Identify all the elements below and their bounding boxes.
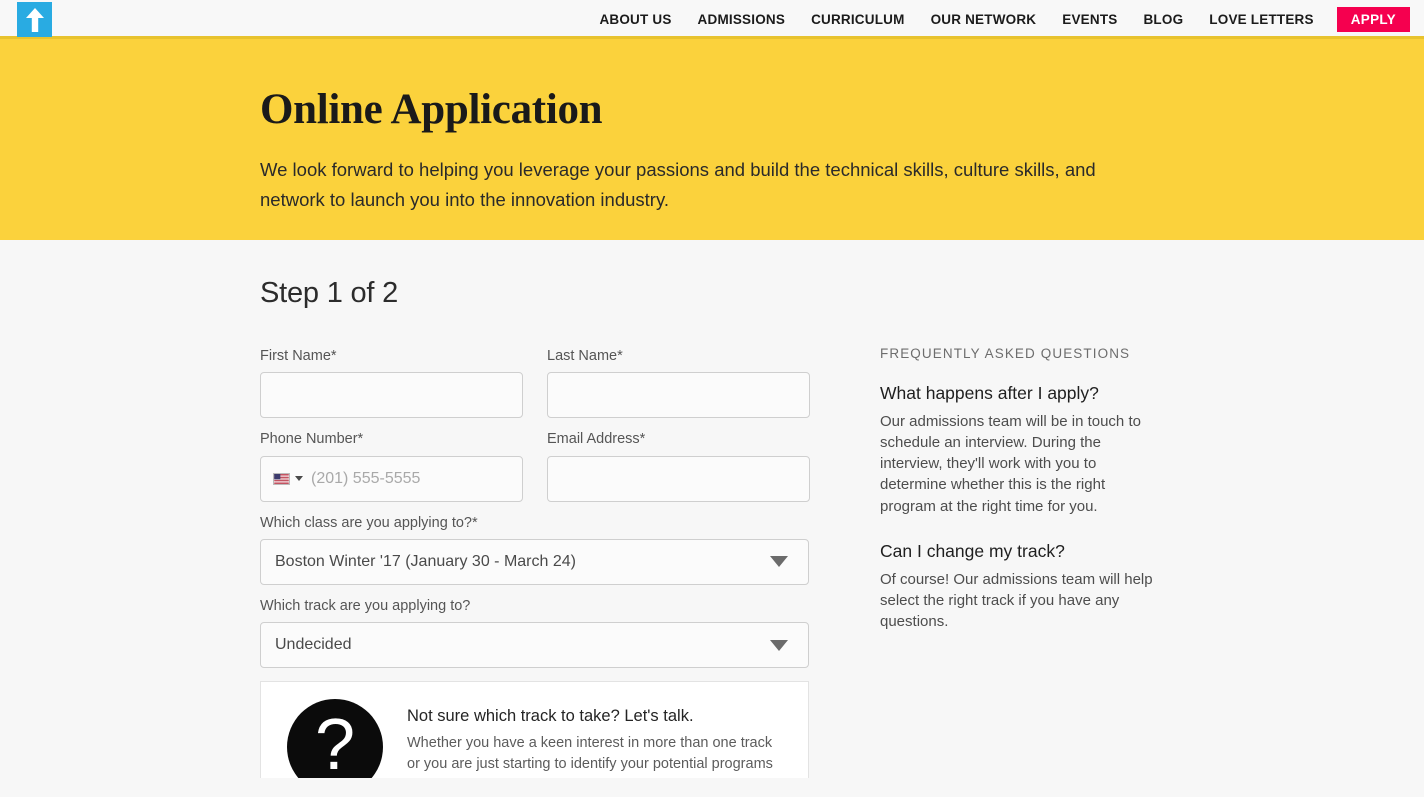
phone-input-group — [260, 455, 528, 502]
last-name-field: Last Name* — [547, 346, 810, 419]
apply-button[interactable]: APPLY — [1336, 6, 1410, 33]
us-flag-icon — [273, 472, 290, 485]
faq-answer: Of course! Our admissions team will help… — [880, 570, 1153, 630]
track-help-callout: ? Not sure which track to take? Let's ta… — [260, 681, 809, 779]
callout-body: Not sure which track to take? Let's talk… — [407, 699, 788, 778]
first-name-field: First Name* — [260, 346, 523, 419]
callout-title: Not sure which track to take? Let's talk… — [407, 707, 694, 726]
chevron-down-icon — [295, 476, 303, 482]
track-select-field: Which track are you applying to? Undecid… — [260, 596, 820, 669]
faq-question: What happens after I apply? — [880, 383, 1099, 403]
nav-link-admissions[interactable]: ADMISSIONS — [685, 0, 799, 39]
site-logo[interactable] — [17, 2, 52, 37]
faq-item: What happens after I apply? Our admissio… — [880, 383, 1155, 517]
track-select-label: Which track are you applying to? — [260, 597, 471, 614]
hero-banner: Online Application We look forward to he… — [0, 39, 1424, 240]
class-select[interactable]: Boston Winter '17 (January 30 - March 24… — [260, 538, 809, 585]
faq-sidebar: FREQUENTLY ASKED QUESTIONS What happens … — [880, 310, 1155, 778]
faq-question: Can I change my track? — [880, 540, 1065, 561]
track-select-value: Undecided — [275, 636, 352, 654]
question-mark-icon: ? — [287, 699, 383, 779]
hero-subtitle: We look forward to helping you leverage … — [260, 159, 1096, 211]
email-address-label: Email Address* — [547, 431, 646, 448]
contact-row: Phone Number* (201) 555-5555 Email Addre… — [260, 429, 820, 512]
faq-answer: Our admissions team will be in touch to … — [880, 413, 1141, 515]
country-code-selector[interactable] — [261, 457, 311, 501]
class-select-value: Boston Winter '17 (January 30 - March 24… — [275, 552, 576, 570]
page-title: Online Application — [260, 86, 603, 133]
nav-link-about-us[interactable]: ABOUT US — [586, 0, 684, 39]
last-name-input[interactable] — [547, 372, 810, 419]
phone-number-input[interactable] — [311, 456, 528, 501]
phone-number-field: Phone Number* — [260, 429, 528, 502]
application-content: Step 1 of 2 First Name* Last Name* Phone… — [0, 240, 1424, 797]
faq-heading: FREQUENTLY ASKED QUESTIONS — [880, 346, 1131, 361]
content-columns: First Name* Last Name* Phone Number* (20… — [260, 310, 1424, 779]
up-arrow-logo-icon — [24, 7, 46, 33]
nav-link-events[interactable]: EVENTS — [1049, 0, 1130, 39]
class-select-field: Which class are you applying to?* Boston… — [260, 513, 820, 585]
nav-link-curriculum[interactable]: CURRICULUM — [798, 0, 918, 39]
application-form: First Name* Last Name* Phone Number* (20… — [260, 310, 820, 779]
nav-link-love-letters[interactable]: LOVE LETTERS — [1196, 0, 1326, 39]
track-select[interactable]: Undecided — [260, 622, 809, 669]
callout-text: Whether you have a keen interest in more… — [407, 735, 773, 778]
email-address-input[interactable] — [547, 455, 810, 502]
nav-link-blog[interactable]: BLOG — [1130, 0, 1196, 39]
main-navigation: ABOUT US ADMISSIONS CURRICULUM OUR NETWO… — [586, 0, 1410, 39]
last-name-label: Last Name* — [547, 348, 623, 364]
faq-item: Can I change my track? Of course! Our ad… — [880, 541, 1155, 632]
class-select-label: Which class are you applying to?* — [260, 514, 478, 531]
email-address-field: Email Address* — [547, 429, 810, 502]
phone-number-label: Phone Number* — [260, 431, 364, 448]
name-row: First Name* Last Name* — [260, 346, 820, 429]
nav-link-our-network[interactable]: OUR NETWORK — [918, 0, 1050, 39]
site-header: ABOUT US ADMISSIONS CURRICULUM OUR NETWO… — [0, 0, 1424, 39]
chevron-down-icon — [770, 639, 788, 651]
first-name-input[interactable] — [260, 372, 523, 419]
step-indicator: Step 1 of 2 — [260, 277, 399, 309]
first-name-label: First Name* — [260, 348, 337, 364]
chevron-down-icon — [770, 556, 788, 568]
